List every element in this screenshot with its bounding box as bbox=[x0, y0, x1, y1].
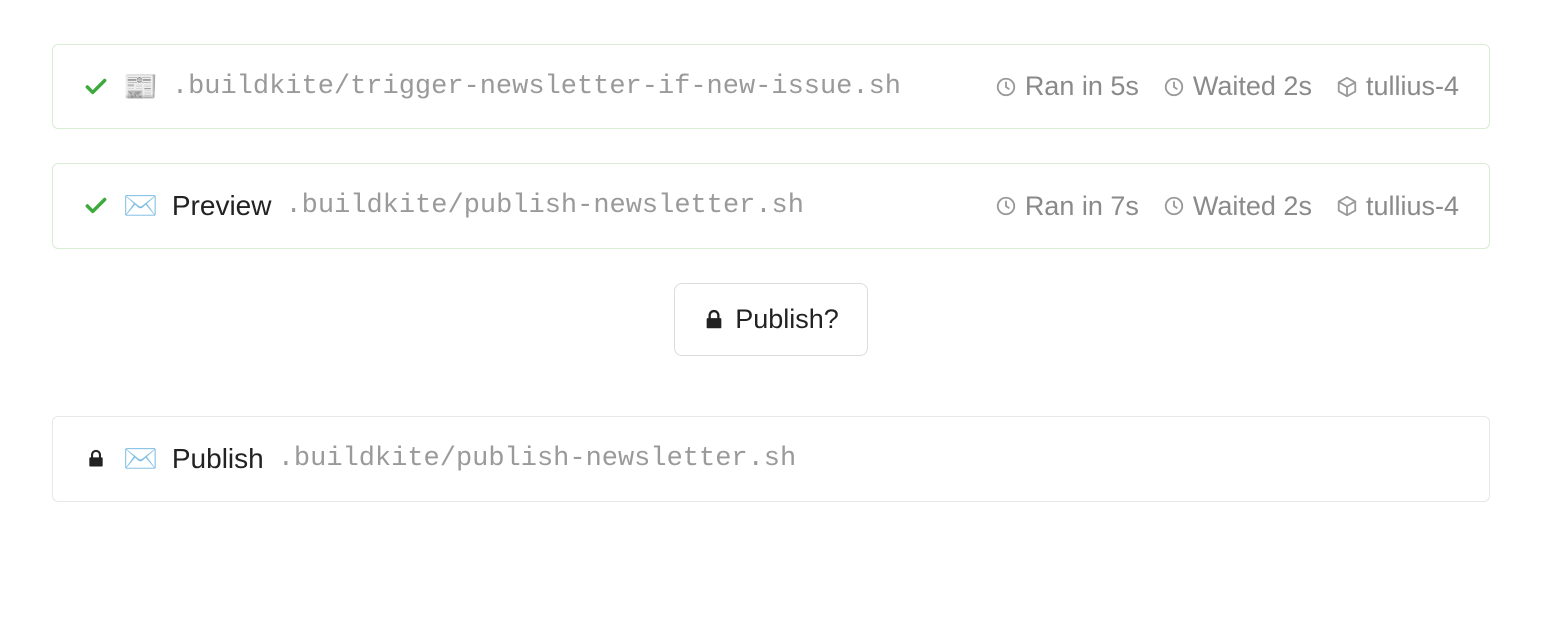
agent-name-text: tullius-4 bbox=[1366, 71, 1459, 102]
step-command: .buildkite/publish-newsletter.sh bbox=[278, 444, 796, 474]
agent-name-text: tullius-4 bbox=[1366, 191, 1459, 222]
step-command: .buildkite/publish-newsletter.sh bbox=[285, 191, 803, 221]
duration-waited-text: Waited 2s bbox=[1193, 191, 1312, 222]
unblock-button-label: Publish? bbox=[735, 304, 839, 335]
lock-icon bbox=[703, 308, 725, 332]
block-step-container: Publish? bbox=[52, 283, 1490, 356]
pipeline-step-locked[interactable]: ✉️ Publish .buildkite/publish-newsletter… bbox=[52, 416, 1490, 502]
clock-icon bbox=[1163, 76, 1185, 98]
check-icon bbox=[83, 193, 109, 219]
duration-waited-text: Waited 2s bbox=[1193, 71, 1312, 102]
clock-icon bbox=[995, 76, 1017, 98]
newspaper-icon: 📰 bbox=[123, 73, 158, 101]
agent-name: tullius-4 bbox=[1336, 71, 1459, 102]
duration-ran-text: Ran in 7s bbox=[1025, 191, 1139, 222]
duration-ran-text: Ran in 5s bbox=[1025, 71, 1139, 102]
cube-icon bbox=[1336, 195, 1358, 217]
lock-icon bbox=[83, 446, 109, 472]
agent-name: tullius-4 bbox=[1336, 191, 1459, 222]
step-meta: Ran in 5s Waited 2s tullius-4 bbox=[995, 71, 1459, 102]
step-meta: Ran in 7s Waited 2s tullius-4 bbox=[995, 191, 1459, 222]
envelope-icon: ✉️ bbox=[123, 445, 158, 473]
duration-waited: Waited 2s bbox=[1163, 71, 1312, 102]
clock-icon bbox=[995, 195, 1017, 217]
duration-waited: Waited 2s bbox=[1163, 191, 1312, 222]
step-left-content: ✉️ Preview .buildkite/publish-newsletter… bbox=[83, 190, 995, 222]
step-label: Publish bbox=[172, 443, 264, 475]
step-left-content: ✉️ Publish .buildkite/publish-newsletter… bbox=[83, 443, 1459, 475]
duration-ran: Ran in 7s bbox=[995, 191, 1139, 222]
unblock-button[interactable]: Publish? bbox=[674, 283, 868, 356]
check-icon bbox=[83, 74, 109, 100]
step-command: .buildkite/trigger-newsletter-if-new-iss… bbox=[172, 72, 901, 102]
envelope-icon: ✉️ bbox=[123, 192, 158, 220]
clock-icon bbox=[1163, 195, 1185, 217]
cube-icon bbox=[1336, 76, 1358, 98]
pipeline-step[interactable]: 📰 .buildkite/trigger-newsletter-if-new-i… bbox=[52, 44, 1490, 129]
pipeline-step[interactable]: ✉️ Preview .buildkite/publish-newsletter… bbox=[52, 163, 1490, 249]
step-label: Preview bbox=[172, 190, 272, 222]
duration-ran: Ran in 5s bbox=[995, 71, 1139, 102]
step-left-content: 📰 .buildkite/trigger-newsletter-if-new-i… bbox=[83, 72, 995, 102]
